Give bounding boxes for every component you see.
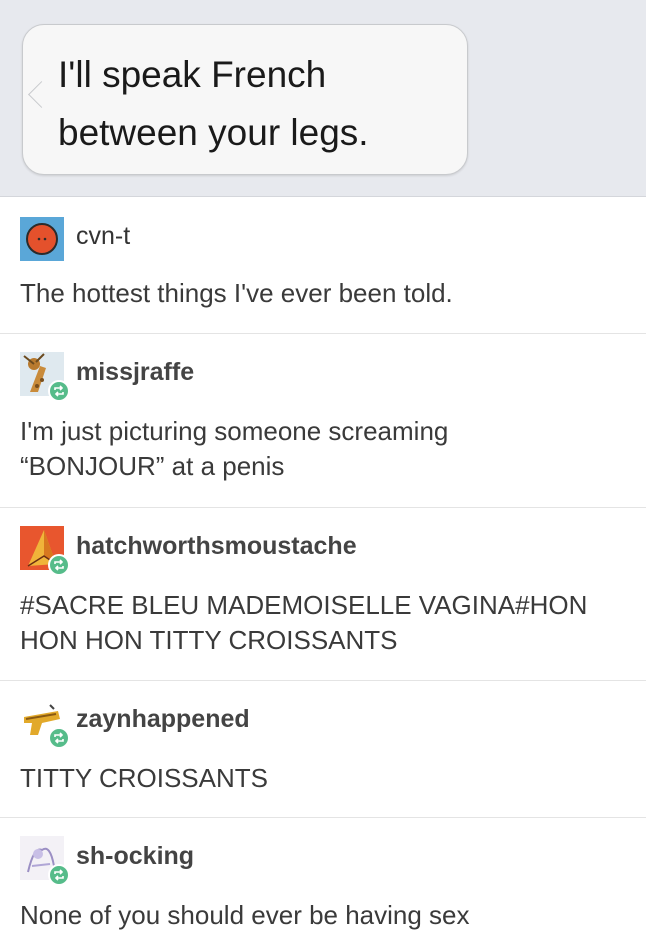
reblog-icon bbox=[48, 380, 70, 402]
message-line-1: I'll speak French bbox=[58, 54, 327, 95]
reblog-icon bbox=[48, 727, 70, 749]
post-username[interactable]: sh-ocking bbox=[76, 842, 194, 871]
triangle-avatar[interactable] bbox=[20, 526, 70, 576]
post-cvn-t: cvn-t The hottest things I've ever been … bbox=[0, 197, 646, 334]
reblog-chain: cvn-t The hottest things I've ever been … bbox=[0, 197, 646, 939]
post-hatchworthsmoustache: hatchworthsmoustache #SACRE BLEU MADEMOI… bbox=[0, 508, 646, 681]
post-username[interactable]: zaynhappened bbox=[76, 705, 250, 734]
reblog-icon bbox=[48, 554, 70, 576]
message-text: I'll speak French between your legs. bbox=[58, 46, 458, 162]
post-text: #SACRE BLEU MADEMOISELLE VAGINA#HON HON … bbox=[20, 588, 632, 658]
giraffe-avatar[interactable] bbox=[20, 352, 70, 402]
post-text-line: I'm just picturing someone screaming bbox=[20, 416, 449, 446]
post-text: The hottest things I've ever been told. bbox=[20, 278, 453, 308]
post-missjraffe: missjraffe I'm just picturing someone sc… bbox=[0, 334, 646, 508]
post-username[interactable]: missjraffe bbox=[76, 358, 194, 387]
post-text-line: HON HON TITTY CROISSANTS bbox=[20, 625, 398, 655]
reblog-icon bbox=[48, 864, 70, 886]
sketch-avatar[interactable] bbox=[20, 836, 70, 886]
post-text: None of you should ever be having sex bbox=[20, 900, 470, 930]
message-header: I'll speak French between your legs. bbox=[0, 0, 646, 197]
orange-circle-avatar[interactable] bbox=[20, 217, 64, 261]
post-username[interactable]: hatchworthsmoustache bbox=[76, 532, 357, 561]
post-sh-ocking: sh-ocking None of you should ever be hav… bbox=[0, 818, 646, 939]
post-text-line: #SACRE BLEU MADEMOISELLE VAGINA#HON bbox=[20, 590, 588, 620]
post-text-line: “BONJOUR” at a penis bbox=[20, 451, 285, 481]
post-text: TITTY CROISSANTS bbox=[20, 763, 268, 793]
toy-gun-avatar[interactable] bbox=[20, 699, 70, 749]
message-line-2: between your legs. bbox=[58, 112, 369, 153]
post-zaynhappened: zaynhappened TITTY CROISSANTS bbox=[0, 681, 646, 818]
post-text: I'm just picturing someone screaming “BO… bbox=[20, 414, 632, 484]
bubble-tail bbox=[28, 81, 55, 108]
post-username[interactable]: cvn-t bbox=[76, 222, 130, 251]
